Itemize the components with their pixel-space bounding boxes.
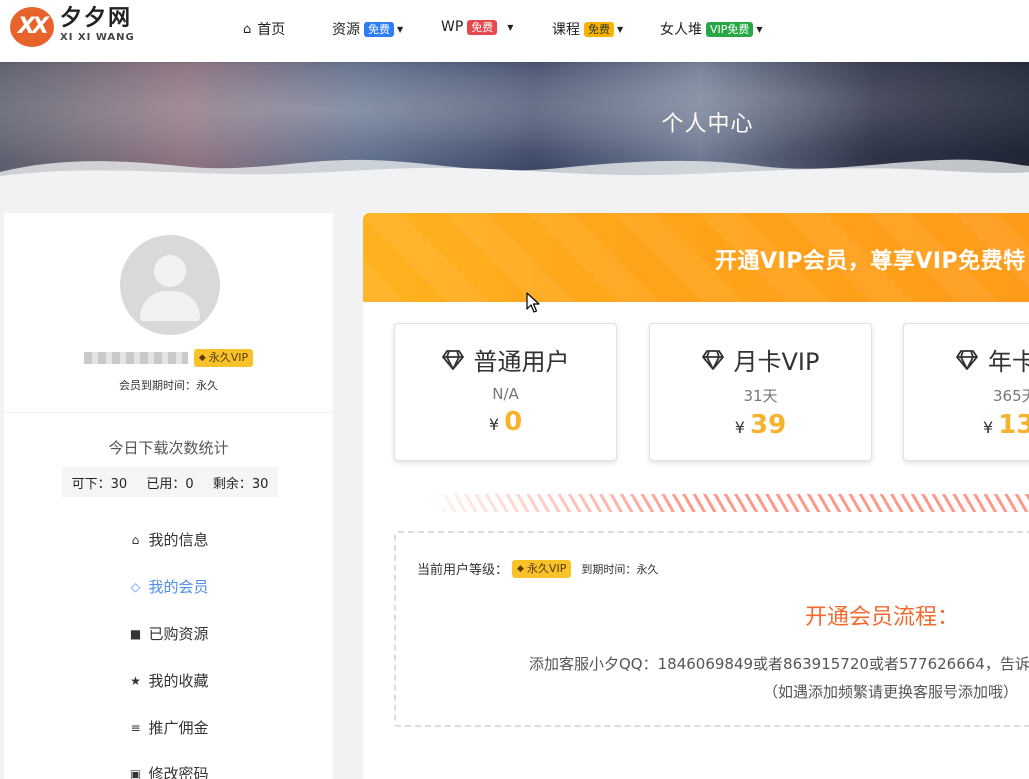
plan-card-basic[interactable]: 普通用户 N/A ¥ 0	[394, 323, 617, 461]
plan-name: 年卡	[988, 348, 1029, 376]
plan-duration: 31天	[743, 387, 778, 405]
user-name-row: ◆ 永久VIP	[4, 349, 333, 367]
downloads-available: 可下：30	[71, 476, 128, 492]
diamond-icon: ◆	[517, 563, 524, 574]
diamond-icon: ◇	[130, 579, 141, 594]
current-level-row: 当前用户等级： ◆ 永久VIP 到期时间：永久	[417, 559, 658, 578]
star-icon: ★	[130, 673, 141, 688]
download-stats: 可下：30 已用：0 剩余：30	[62, 467, 278, 497]
sidebar-item-membership[interactable]: ◇ 我的会员	[4, 576, 333, 597]
contact-tip: （如遇添加频繁请更换客服号添加哦）	[763, 683, 1019, 701]
caret-down-icon: ▼	[507, 22, 514, 32]
nav-label: WP	[441, 19, 464, 35]
site-logo[interactable]: XX 夕夕网 XI XI WANG	[10, 7, 135, 47]
plan-price: ¥ 39	[734, 410, 787, 440]
decorative-stripe	[443, 494, 1029, 512]
nav-label: 女人堆	[660, 22, 702, 38]
nav-item-wp[interactable]: WP 免费 ▼	[441, 19, 513, 35]
vip-free-tag: VIP免费	[706, 21, 754, 37]
sidebar-item-my-info[interactable]: ⌂ 我的信息	[4, 529, 333, 550]
nav-item-courses[interactable]: 课程 免费 ▼	[552, 19, 623, 39]
caret-down-icon: ▼	[617, 24, 624, 34]
member-expire: 会员到期时间：永久	[119, 379, 218, 392]
vip-badge: ◆ 永久VIP	[193, 349, 254, 367]
plan-duration: N/A	[492, 385, 519, 403]
nav-label: 首页	[257, 22, 286, 38]
nav-label: 课程	[552, 22, 580, 38]
plan-name: 普通用户	[473, 348, 570, 376]
top-navbar: XX 夕夕网 XI XI WANG ⌂ 首页 资源 免费 ▼ WP 免费 ▼ 课…	[0, 0, 1029, 62]
bag-icon: ■	[129, 626, 142, 641]
mouse-cursor-icon	[526, 292, 540, 313]
free-tag: 免费	[584, 21, 614, 37]
free-tag: 免费	[364, 21, 394, 37]
contact-text: 添加客服小夕QQ：1846069849或者863915720或者57762666…	[529, 655, 1029, 673]
membership-info-box: 当前用户等级： ◆ 永久VIP 到期时间：永久 开通会员流程： 添加客服小夕QQ…	[394, 531, 1029, 727]
page-title: 个人中心	[661, 112, 754, 137]
logo-title: 夕夕网	[60, 6, 133, 31]
nav-label: 资源	[332, 22, 360, 38]
nav-item-women[interactable]: 女人堆 VIP免费 ▼	[660, 19, 763, 39]
caret-down-icon: ▼	[756, 24, 763, 34]
membership-panel: 开通VIP会员，尊享VIP免费特 普通用户 N/A ¥ 0 月卡VIP 31天 …	[363, 213, 1029, 779]
plan-price: ¥ 13	[983, 410, 1029, 440]
download-stats-title: 今日下载次数统计	[108, 439, 229, 457]
plan-name: 月卡VIP	[733, 348, 820, 376]
downloads-remaining: 剩余：30	[212, 476, 269, 492]
level-label: 当前用户等级：	[417, 563, 509, 578]
vip-promo-header: 开通VIP会员，尊享VIP免费特	[363, 213, 1029, 302]
user-sidebar: ◆ 永久VIP 会员到期时间：永久 今日下载次数统计 可下：30 已用：0 剩余…	[4, 213, 333, 779]
user-name-blurred	[83, 352, 188, 364]
caret-down-icon: ▼	[397, 24, 404, 34]
diamond-icon	[441, 349, 464, 370]
sidebar-item-password[interactable]: ▣ 修改密码	[4, 763, 333, 779]
avatar[interactable]	[120, 235, 220, 335]
free-tag: 免费	[467, 19, 498, 35]
sidebar-item-purchased[interactable]: ■ 已购资源	[4, 623, 333, 644]
banner-wave	[0, 159, 1029, 182]
plan-duration: 365天	[993, 387, 1029, 405]
nav-item-home[interactable]: ⌂ 首页	[243, 19, 285, 39]
diamond-icon	[956, 349, 978, 370]
plan-card-monthly[interactable]: 月卡VIP 31天 ¥ 39	[649, 323, 872, 461]
downloads-used: 已用：0	[146, 476, 194, 492]
home-icon: ⌂	[243, 21, 252, 37]
sidebar-item-favorites[interactable]: ★ 我的收藏	[4, 670, 333, 691]
vip-badge: ◆ 永久VIP	[512, 559, 572, 578]
diamond-icon: ◆	[198, 353, 206, 363]
sidebar-item-commission[interactable]: ≡ 推广佣金	[4, 717, 333, 738]
diamond-icon	[701, 349, 724, 370]
nav-item-resources[interactable]: 资源 免费 ▼	[332, 19, 403, 39]
lock-icon: ▣	[129, 766, 142, 779]
logo-mark: XX	[10, 7, 54, 47]
logo-subtitle: XI XI WANG	[60, 32, 135, 43]
coins-icon: ≡	[130, 720, 141, 735]
flow-title: 开通会员流程：	[805, 605, 960, 630]
plan-card-yearly[interactable]: 年卡 365天 ¥ 13	[903, 323, 1029, 461]
page-banner: 个人中心	[0, 62, 1029, 182]
vip-promo-text: 开通VIP会员，尊享VIP免费特	[715, 249, 1026, 274]
divider	[4, 412, 333, 413]
home-icon: ⌂	[131, 532, 140, 547]
plan-price: ¥ 0	[488, 407, 523, 437]
level-expire: 到期时间：永久	[581, 562, 659, 576]
